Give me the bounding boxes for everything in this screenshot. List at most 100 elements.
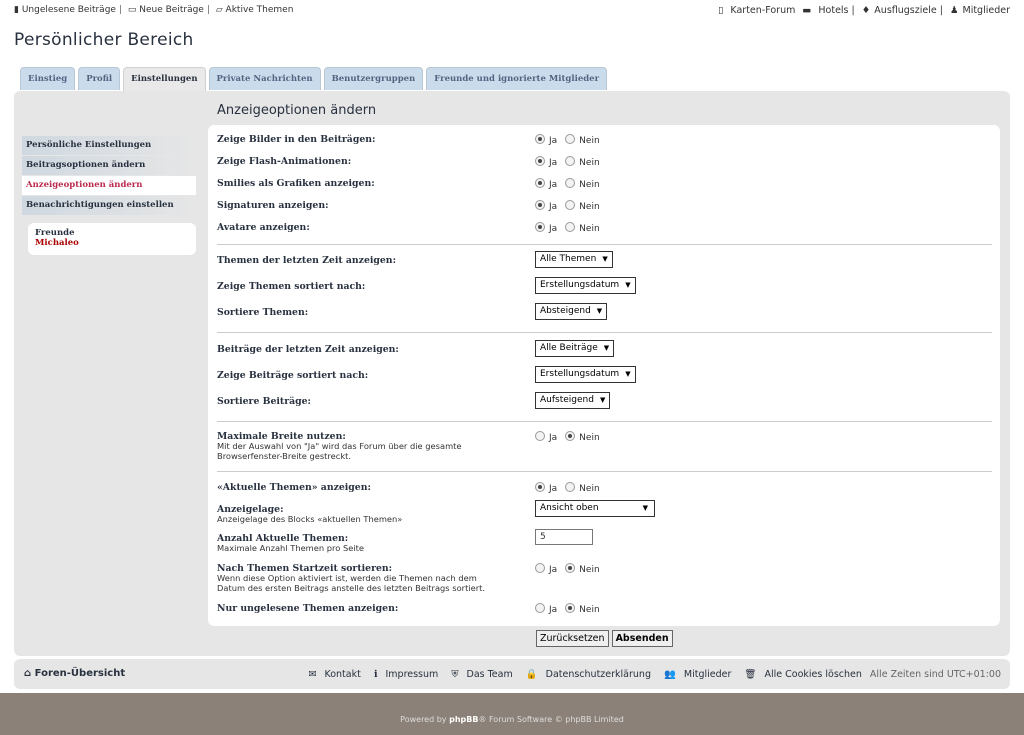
members-footer-link[interactable]: 👥 Mitglieder bbox=[659, 669, 731, 680]
option-label: Avatare anzeigen: bbox=[217, 222, 310, 233]
topics-order-select[interactable]: Absteigend ▼ bbox=[535, 303, 608, 320]
home-icon: ⌂ bbox=[24, 668, 32, 679]
radio-no-label: Nein bbox=[579, 433, 600, 443]
option-label: Zeige Flash-Animationen: bbox=[217, 156, 352, 167]
radio-yes[interactable] bbox=[535, 482, 545, 492]
tab-usergroups[interactable]: Benutzergruppen bbox=[323, 67, 424, 90]
friend-name[interactable]: Michaleo bbox=[35, 238, 189, 248]
radio-yes-label: Ja bbox=[549, 136, 558, 146]
radio-no[interactable] bbox=[565, 134, 576, 144]
reset-button[interactable]: Zurücksetzen bbox=[536, 630, 609, 647]
tab-private-messages[interactable]: Private Nachrichten bbox=[208, 67, 321, 90]
radio-no[interactable] bbox=[565, 178, 576, 188]
radio-yes-label: Ja bbox=[549, 202, 558, 212]
trash-icon: 🗑 bbox=[744, 669, 757, 680]
radio-yes[interactable] bbox=[535, 156, 545, 166]
option-label: Zeige Bilder in den Beiträgen: bbox=[217, 134, 376, 145]
option-label: Signaturen anzeigen: bbox=[217, 200, 329, 211]
topic-count-input[interactable]: 5 bbox=[535, 529, 593, 545]
posts-order-select[interactable]: Aufsteigend ▼ bbox=[535, 392, 611, 409]
radio-no-label: Nein bbox=[579, 224, 600, 234]
members-link[interactable]: ♟ Mitglieder bbox=[950, 5, 1010, 16]
radio-yes[interactable] bbox=[535, 134, 545, 144]
active-topics-link[interactable]: ▱ Aktive Themen bbox=[216, 5, 294, 15]
options-form: Zeige Bilder in den Beiträgen: Ja Nein Ze… bbox=[208, 125, 1000, 626]
radio-no-label: Nein bbox=[579, 136, 600, 146]
posts-sort-select[interactable]: Erstellungsdatum ▼ bbox=[535, 366, 636, 383]
radio-yes[interactable] bbox=[535, 222, 545, 232]
radio-yes-label: Ja bbox=[549, 180, 558, 190]
tab-profil[interactable]: Profil bbox=[78, 67, 121, 90]
footer-nav: ⌂ Foren-Übersicht ✉ Kontakt ℹ Impressum … bbox=[14, 659, 1010, 689]
option-label: Smilies als Grafiken anzeigen: bbox=[217, 178, 375, 189]
radio-no[interactable] bbox=[565, 222, 576, 232]
team-link[interactable]: ⛨ Das Team bbox=[446, 669, 512, 680]
tab-einstellungen[interactable]: Einstellungen bbox=[123, 67, 206, 92]
radio-no-label: Nein bbox=[579, 202, 600, 212]
radio-no[interactable] bbox=[565, 431, 576, 441]
board-index-link[interactable]: ⌂ Foren-Übersicht bbox=[24, 668, 125, 679]
sidebar-item-notifications[interactable]: Benachrichtigungen einstellen bbox=[22, 196, 196, 215]
divider bbox=[217, 244, 992, 245]
option-description: Maximale Anzahl Themen pro Seite bbox=[217, 543, 365, 553]
radio-yes-label: Ja bbox=[549, 433, 558, 443]
radio-no[interactable] bbox=[565, 482, 576, 492]
radio-no[interactable] bbox=[565, 563, 576, 573]
position-select[interactable]: Ansicht oben ▼ bbox=[535, 500, 655, 517]
radio-no[interactable] bbox=[565, 200, 576, 210]
option-label: Zeige Themen sortiert nach: bbox=[217, 281, 366, 292]
sidebar-item-post-options[interactable]: Beitragsoptionen ändern bbox=[22, 156, 196, 175]
sidebar-item-display-options[interactable]: Anzeigeoptionen ändern bbox=[22, 176, 196, 195]
option-description: Wenn diese Option aktiviert ist, werden … bbox=[217, 573, 486, 593]
radio-yes-label: Ja bbox=[549, 484, 558, 494]
radio-yes[interactable] bbox=[535, 200, 545, 210]
delete-cookies-link[interactable]: 🗑 Alle Cookies löschen bbox=[739, 669, 861, 680]
info-icon: ℹ bbox=[373, 669, 378, 680]
radio-yes-label: Ja bbox=[549, 224, 558, 234]
option-label: Themen der letzten Zeit anzeigen: bbox=[217, 255, 396, 266]
friends-title: Freunde bbox=[35, 228, 75, 238]
option-label: Sortiere Themen: bbox=[217, 307, 309, 318]
contact-link[interactable]: ✉ Kontakt bbox=[303, 669, 360, 680]
map-forum-link[interactable]: ▯ Karten-Forum bbox=[718, 5, 795, 16]
posts-recent-select[interactable]: Alle Beiträge ▼ bbox=[535, 340, 615, 357]
excursions-link[interactable]: ♦ Ausflugsziele bbox=[862, 5, 937, 16]
sidebar-item-personal[interactable]: Persönliche Einstellungen bbox=[22, 136, 196, 155]
sidebar: Persönliche Einstellungen Beitragsoption… bbox=[22, 136, 196, 255]
submit-button[interactable]: Absenden bbox=[611, 630, 673, 647]
impressum-link[interactable]: ℹ Impressum bbox=[369, 669, 438, 680]
privacy-link[interactable]: 🔒 Datenschutzerklärung bbox=[521, 669, 651, 680]
timezone-text: Alle Zeiten sind UTC+01:00 bbox=[869, 669, 1001, 680]
topics-sort-select[interactable]: Erstellungsdatum ▼ bbox=[535, 277, 636, 294]
radio-no-label: Nein bbox=[579, 565, 600, 575]
ucp-tabs: Einstieg Profil Einstellungen Private Na… bbox=[20, 67, 610, 92]
new-posts-link[interactable]: ▭ Neue Beiträge bbox=[128, 5, 204, 15]
radio-no[interactable] bbox=[565, 156, 576, 166]
option-label: Nur ungelesene Themen anzeigen: bbox=[217, 603, 399, 614]
radio-yes[interactable] bbox=[535, 178, 545, 188]
form-buttons: Zurücksetzen Absenden bbox=[536, 630, 676, 647]
phpbb-link[interactable]: phpBB bbox=[449, 715, 478, 724]
radio-yes[interactable] bbox=[535, 431, 545, 441]
radio-yes[interactable] bbox=[535, 603, 545, 613]
top-right-links: ▯ Karten-Forum ▬ Hotels | ♦ Ausflugsziele… bbox=[718, 5, 1010, 16]
radio-yes[interactable] bbox=[535, 563, 545, 573]
radio-yes-label: Ja bbox=[549, 565, 558, 575]
radio-no[interactable] bbox=[565, 603, 576, 613]
option-label: Beiträge der letzten Zeit anzeigen: bbox=[217, 344, 399, 355]
option-label: Zeige Beiträge sortiert nach: bbox=[217, 370, 369, 381]
radio-yes-label: Ja bbox=[549, 605, 558, 615]
radio-yes-label: Ja bbox=[549, 158, 558, 168]
option-description: Anzeigelage des Blocks «aktuellen Themen… bbox=[217, 514, 403, 524]
hotels-link[interactable]: ▬ Hotels bbox=[802, 5, 848, 16]
radio-no-label: Nein bbox=[579, 605, 600, 615]
topics-recent-select[interactable]: Alle Themen ▼ bbox=[535, 251, 613, 268]
lock-icon: 🔒 bbox=[525, 669, 538, 680]
unread-posts-link[interactable]: ▮ Ungelesene Beiträge bbox=[14, 5, 116, 15]
tab-einstieg[interactable]: Einstieg bbox=[20, 67, 76, 90]
users-icon: 👥 bbox=[664, 669, 676, 680]
tab-friends-foes[interactable]: Freunde und ignorierte Mitglieder bbox=[426, 67, 608, 90]
section-title: Anzeigeoptionen ändern bbox=[217, 103, 377, 118]
option-label: «Aktuelle Themen» anzeigen: bbox=[217, 482, 371, 493]
friends-box: Freunde Michaleo bbox=[28, 223, 196, 255]
